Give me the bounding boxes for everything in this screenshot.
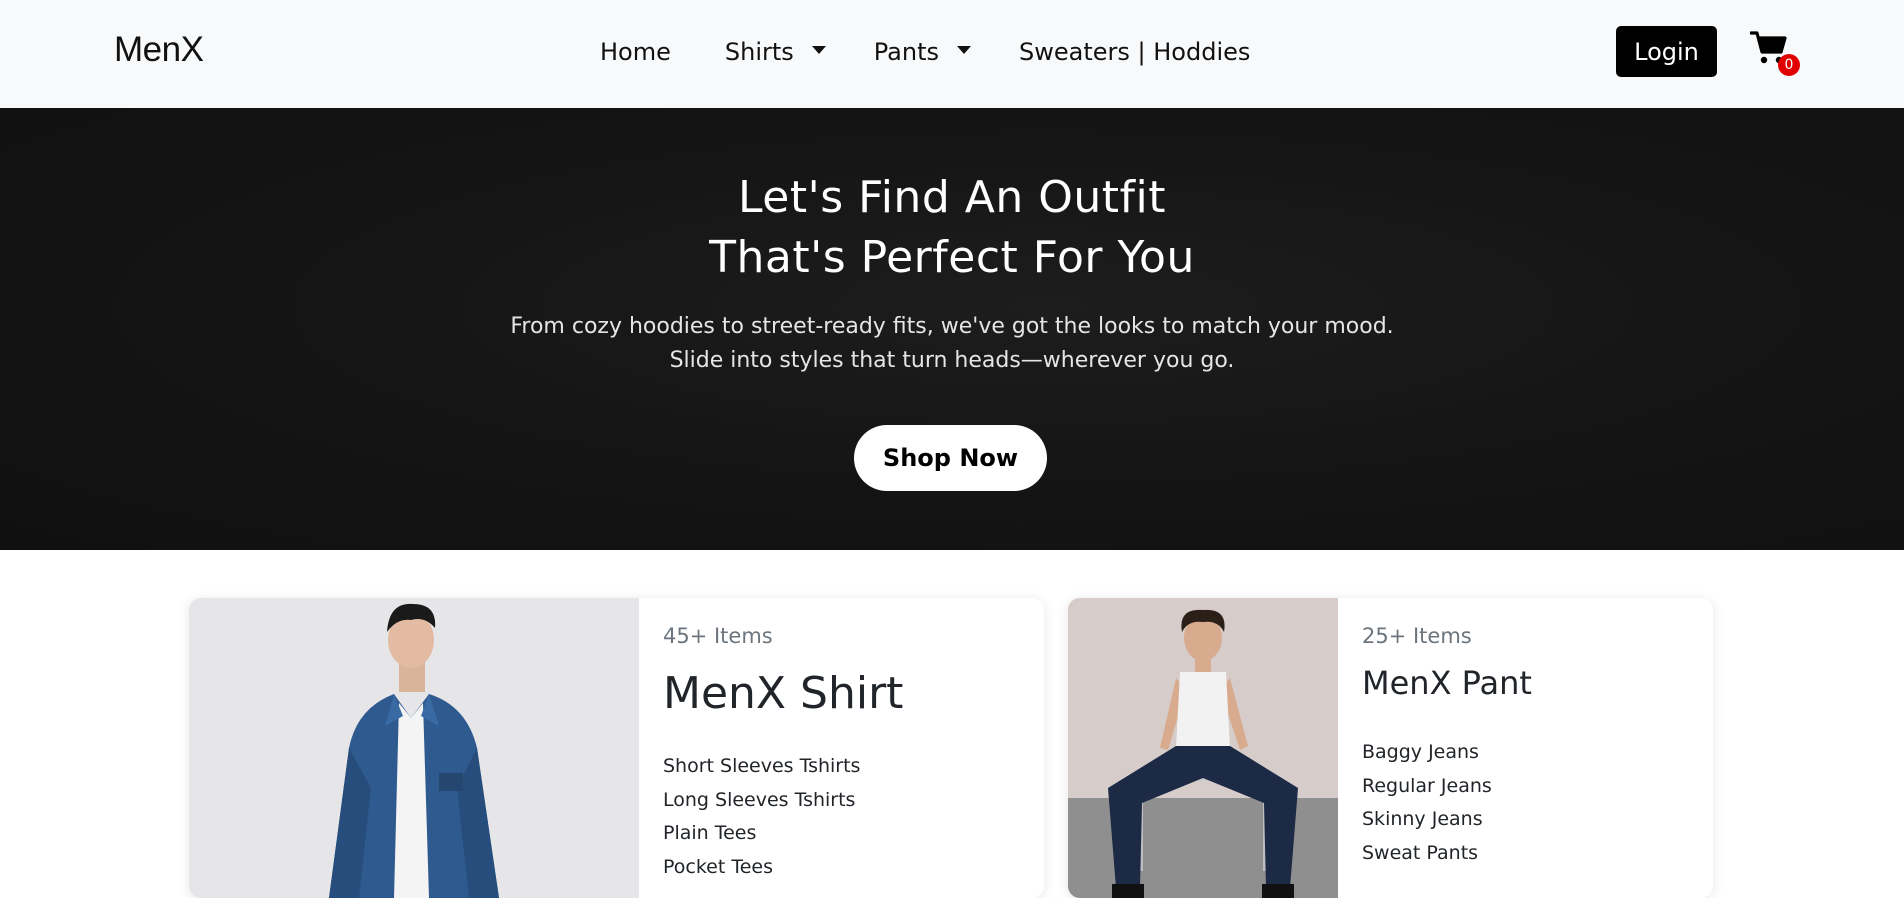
caret-down-icon xyxy=(811,46,826,54)
shirt-model-image xyxy=(189,598,639,898)
navbar: MenX Home Shirts Pants Sweaters | Hoddie… xyxy=(0,0,1904,108)
brand-logo[interactable]: MenX xyxy=(114,30,204,70)
shop-now-button[interactable]: Shop Now xyxy=(854,425,1047,491)
hero-title-line1: Let's Find An Outfit xyxy=(738,172,1166,223)
subcategory-link[interactable]: Short Sleeves Tshirts xyxy=(663,750,860,784)
nav-link-home-label: Home xyxy=(600,38,671,66)
category-card-shirt[interactable]: 45+ Items MenX Shirt Short Sleeves Tshir… xyxy=(189,598,1044,898)
item-count: 25+ Items xyxy=(1362,624,1472,648)
card-title: MenX Pant xyxy=(1362,664,1532,702)
cart-button[interactable]: 0 xyxy=(1749,30,1800,78)
hero-subtitle-line2: Slide into styles that turn heads—wherev… xyxy=(669,348,1235,373)
item-count: 45+ Items xyxy=(663,624,773,648)
nav-link-pants-label: Pants xyxy=(873,38,940,66)
subcategory-link[interactable]: Plain Tees xyxy=(663,817,860,851)
nav-link-shirts-label: Shirts xyxy=(724,38,794,66)
subcategory-list: Baggy Jeans Regular Jeans Skinny Jeans S… xyxy=(1362,736,1492,870)
category-card-pant[interactable]: 25+ Items MenX Pant Baggy Jeans Regular … xyxy=(1068,598,1713,898)
pant-model-illustration xyxy=(1068,598,1338,898)
hero-banner: Let's Find An Outfit That's Perfect For … xyxy=(0,108,1904,550)
card-title: MenX Shirt xyxy=(663,668,904,719)
caret-down-icon xyxy=(957,46,972,54)
pant-model-image xyxy=(1068,598,1338,898)
shirt-model-illustration xyxy=(189,598,639,898)
nav-dropdown-shirts[interactable]: Shirts xyxy=(725,38,826,66)
hero-title-line2: That's Perfect For You xyxy=(709,232,1195,283)
subcategory-link[interactable]: Long Sleeves Tshirts xyxy=(663,784,860,818)
subcategory-link[interactable]: Skinny Jeans xyxy=(1362,803,1492,837)
subcategory-link[interactable]: Sweat Pants xyxy=(1362,837,1492,871)
subcategory-link[interactable]: Pocket Tees xyxy=(663,851,860,885)
nav-links: Home Shirts Pants Sweaters | Hoddies xyxy=(600,34,1250,70)
nav-link-sweaters[interactable]: Sweaters | Hoddies xyxy=(1019,38,1250,66)
nav-dropdown-pants[interactable]: Pants xyxy=(873,38,972,66)
subcategory-list: Short Sleeves Tshirts Long Sleeves Tshir… xyxy=(663,750,860,884)
subcategory-link[interactable]: Baggy Jeans xyxy=(1362,736,1492,770)
subcategory-link[interactable]: Regular Jeans xyxy=(1362,770,1492,804)
nav-link-sweaters-label: Sweaters | Hoddies xyxy=(1019,38,1251,66)
hero-subtitle-line1: From cozy hoodies to street-ready fits, … xyxy=(510,314,1394,339)
nav-link-home[interactable]: Home xyxy=(600,38,671,66)
login-button[interactable]: Login xyxy=(1616,26,1717,77)
cart-count-badge: 0 xyxy=(1778,54,1800,76)
